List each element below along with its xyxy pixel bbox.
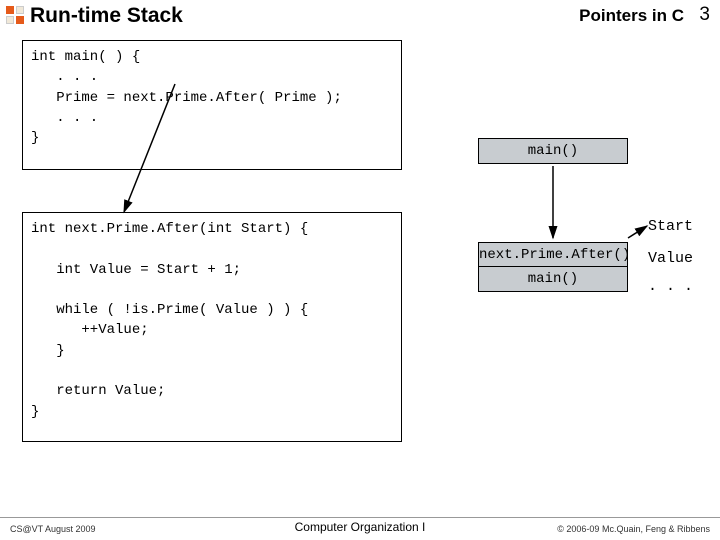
logo-icon bbox=[6, 6, 24, 24]
slide-title: Run-time Stack bbox=[30, 4, 183, 28]
label-start: Start bbox=[648, 218, 693, 235]
stack-frame-main-top: main() bbox=[478, 138, 628, 164]
stack-frame-main-bottom: main() bbox=[478, 266, 628, 292]
slide-subtitle: Pointers in C bbox=[579, 6, 684, 26]
page-number: 3 bbox=[699, 4, 710, 26]
footer-right: © 2006-09 Mc.Quain, Feng & Ribbens bbox=[557, 524, 710, 534]
code-nextprime: int next.Prime.After(int Start) { int Va… bbox=[22, 212, 402, 442]
label-dots: . . . bbox=[648, 278, 693, 295]
footer-rule bbox=[0, 517, 720, 518]
label-value: Value bbox=[648, 250, 693, 267]
stack-frame-nextprimeafter: next.Prime.After() bbox=[478, 242, 628, 268]
code-main: int main( ) { . . . Prime = next.Prime.A… bbox=[22, 40, 402, 170]
